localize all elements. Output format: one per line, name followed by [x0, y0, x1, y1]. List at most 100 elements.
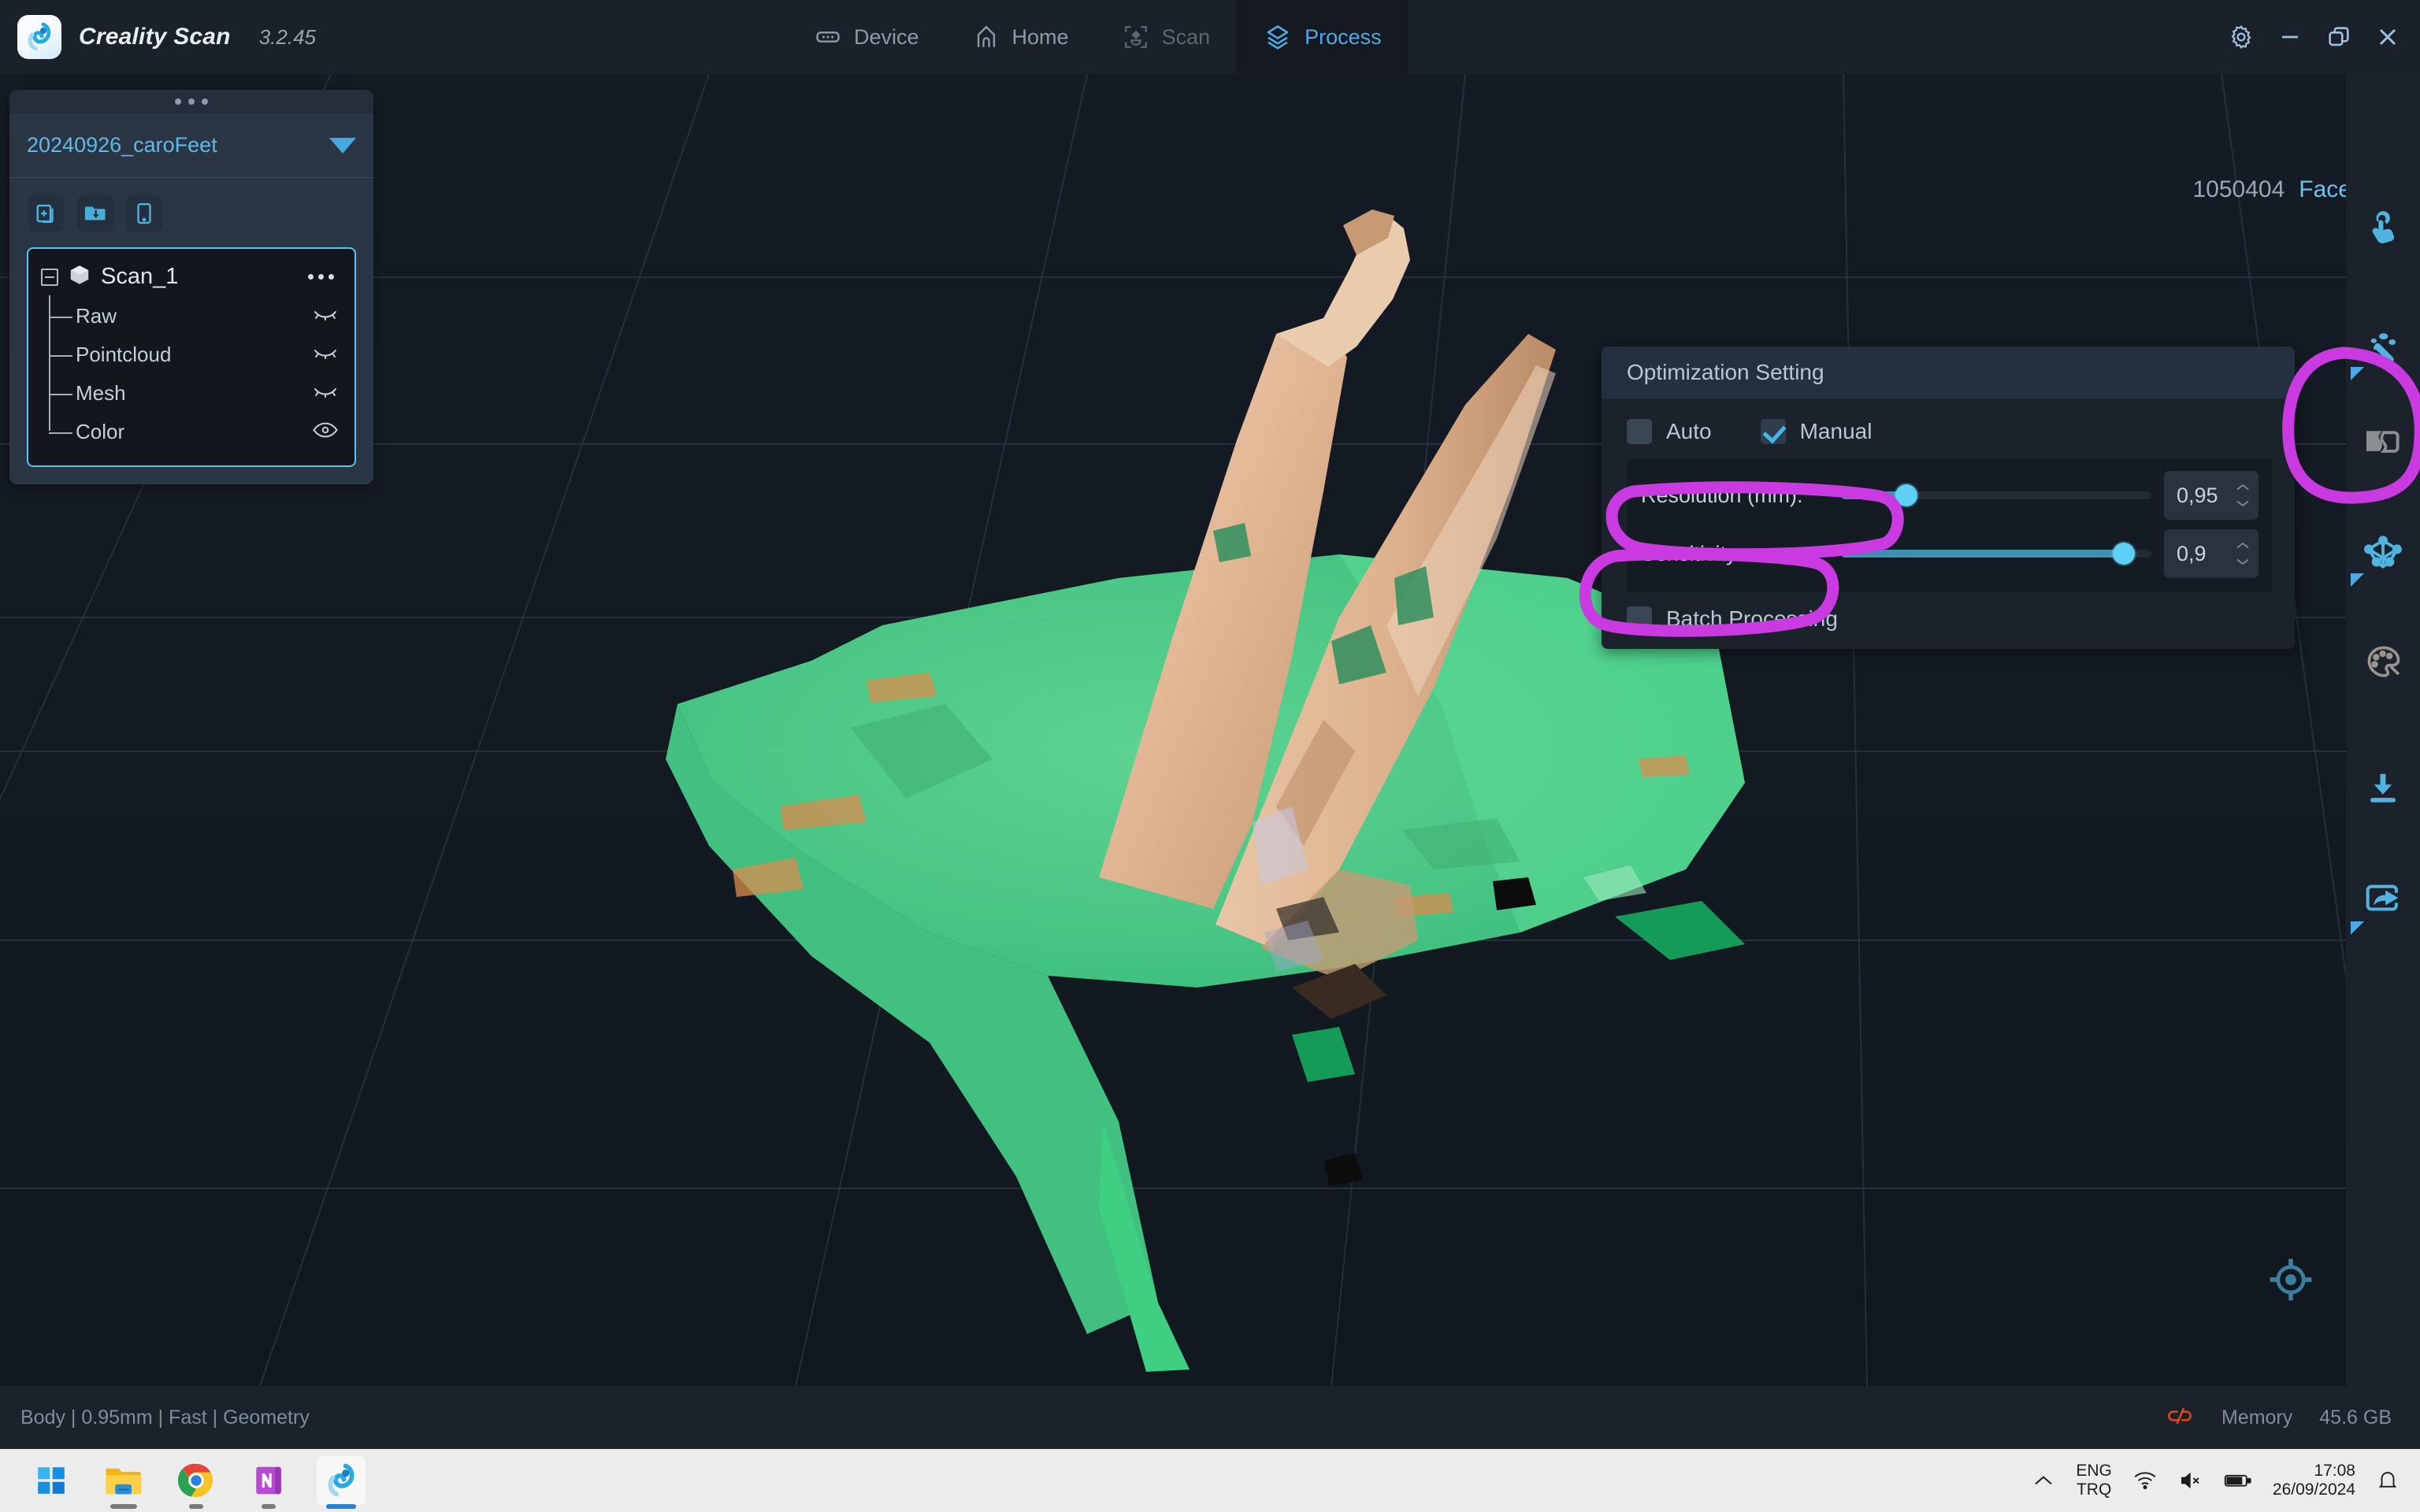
- taskbar-language[interactable]: ENG TRQ: [2076, 1462, 2112, 1499]
- sensitivity-spinner[interactable]: 0,9: [2164, 529, 2259, 578]
- project-toolbar: [9, 178, 373, 246]
- taskbar-active-indicator: [326, 1504, 356, 1509]
- tab-process[interactable]: Process: [1237, 0, 1409, 74]
- chevron-down-icon[interactable]: [2235, 557, 2251, 566]
- faces-readout: 1050404 Faces: [2193, 176, 2364, 203]
- manual-edit-tool[interactable]: [2346, 189, 2420, 263]
- caret-down-icon[interactable]: [329, 137, 356, 154]
- creality-swirl-logo-icon: [17, 15, 61, 59]
- windows-start-icon[interactable]: [27, 1456, 76, 1505]
- optimization-panel-title: Optimization Setting: [1627, 360, 1824, 384]
- creality-icon[interactable]: [317, 1456, 366, 1509]
- restore-icon[interactable]: [2314, 0, 2363, 74]
- minimize-icon[interactable]: [2266, 0, 2314, 74]
- tree-item-raw[interactable]: Raw: [49, 297, 347, 335]
- new-file-icon[interactable]: [28, 195, 65, 232]
- memory-label: Memory: [2221, 1406, 2293, 1429]
- tree-item-color-label: Color: [76, 420, 125, 443]
- eye-open-icon[interactable]: [312, 421, 339, 443]
- project-name: 20240926_caroFeet: [27, 133, 217, 157]
- volume-muted-icon[interactable]: [2178, 1470, 2203, 1491]
- broken-link-icon[interactable]: [2165, 1405, 2195, 1431]
- tree-item-color[interactable]: Color: [49, 413, 347, 451]
- resolution-spinner-arrows[interactable]: [2235, 483, 2251, 508]
- batch-processing-label: Batch Processing: [1666, 606, 1838, 631]
- resolution-slider-knob[interactable]: [1895, 484, 1917, 506]
- cube-icon: [68, 263, 91, 291]
- tab-home[interactable]: Home: [946, 0, 1096, 74]
- denoise-submenu-indicator[interactable]: [2351, 367, 2364, 380]
- eye-closed-icon[interactable]: [312, 344, 339, 365]
- resolution-slider[interactable]: [1841, 484, 2151, 506]
- right-toolbar: [2346, 74, 2420, 1386]
- tablet-icon[interactable]: [126, 195, 162, 232]
- sensitivity-slider[interactable]: [1841, 543, 2151, 565]
- auto-checkbox[interactable]: [1627, 419, 1652, 444]
- app-version: 3.2.45: [258, 24, 316, 49]
- app-name: Creality Scan: [79, 24, 231, 50]
- chevron-up-icon[interactable]: [2235, 483, 2251, 492]
- clock-time: 17:08: [2314, 1462, 2355, 1480]
- battery-icon[interactable]: [2224, 1472, 2252, 1489]
- tab-scan[interactable]: Scan: [1096, 0, 1238, 74]
- chevron-up-icon[interactable]: [2235, 541, 2251, 550]
- eye-closed-icon[interactable]: [312, 383, 339, 404]
- simplify-mesh-submenu-indicator[interactable]: [2351, 573, 2364, 587]
- tab-device-label: Device: [854, 24, 919, 49]
- resolution-spinner[interactable]: 0,95: [2164, 471, 2259, 520]
- folder-import-icon[interactable]: [77, 195, 113, 232]
- wifi-icon[interactable]: [2132, 1470, 2158, 1491]
- status-bar: Body | 0.95mm | Fast | Geometry Memory 4…: [0, 1386, 2420, 1449]
- sensitivity-slider-knob[interactable]: [2112, 543, 2135, 565]
- tab-home-label: Home: [1011, 24, 1069, 49]
- collapse-minus-icon[interactable]: [41, 268, 58, 286]
- tree-item-pointcloud-label: Pointcloud: [76, 343, 172, 366]
- application-window: Creality Scan 3.2.45 Device Home Scan Pr…: [0, 0, 2420, 1512]
- device-icon: [815, 24, 841, 50]
- memory-value: 45.6 GB: [2319, 1406, 2392, 1429]
- folder-icon[interactable]: [99, 1456, 148, 1509]
- scan-tree: Scan_1 Raw Pointcloud Mesh Color: [27, 247, 356, 467]
- tree-item-pointcloud[interactable]: Pointcloud: [49, 335, 347, 374]
- slider-group: Resolution (mm): 0,95 Sensitivity: 0,9: [1627, 458, 2273, 592]
- sensitivity-spinner-arrows[interactable]: [2235, 541, 2251, 566]
- resolution-value: 0,95: [2177, 483, 2218, 507]
- sensitivity-slider-row: Sensitivity: 0,9: [1641, 524, 2259, 583]
- auto-label: Auto: [1666, 419, 1712, 443]
- recenter-target-icon[interactable]: [2262, 1251, 2319, 1312]
- optimization-setting-panel: Optimization Setting Auto Manual Resolut…: [1602, 346, 2295, 649]
- eye-closed-icon[interactable]: [312, 306, 339, 327]
- manual-label: Manual: [1799, 419, 1873, 443]
- layers-icon: [1264, 23, 1292, 51]
- project-selector[interactable]: 20240926_caroFeet: [9, 113, 373, 178]
- status-left-text: Body | 0.95mm | Fast | Geometry: [20, 1406, 310, 1429]
- batch-processing-checkbox[interactable]: [1627, 606, 1652, 632]
- taskbar-clock[interactable]: 17:08 26/09/2024: [2273, 1462, 2355, 1499]
- tree-children: Raw Pointcloud Mesh Color: [49, 295, 347, 451]
- gear-icon[interactable]: [2217, 0, 2266, 74]
- taskbar-tray: ENG TRQ 17:08 26/09/2024: [2032, 1462, 2420, 1499]
- texture-tool[interactable]: [2346, 625, 2420, 699]
- taskbar-running-indicator: [189, 1504, 203, 1509]
- close-icon[interactable]: [2363, 0, 2412, 74]
- onenote-icon[interactable]: [244, 1456, 293, 1509]
- bell-icon[interactable]: [2376, 1469, 2400, 1492]
- home-icon: [973, 24, 1000, 50]
- tree-root-scan-1[interactable]: Scan_1: [36, 260, 347, 295]
- windows-taskbar: ENG TRQ 17:08 26/09/2024: [0, 1449, 2420, 1512]
- kebab-menu-icon[interactable]: [302, 269, 340, 284]
- project-panel: 20240926_caroFeet Scan_1 Raw Pointcloud …: [9, 90, 373, 484]
- tab-device[interactable]: Device: [788, 0, 946, 74]
- drag-dots-icon[interactable]: [9, 90, 373, 113]
- language-primary: ENG: [2076, 1462, 2112, 1480]
- export-share-submenu-indicator[interactable]: [2351, 921, 2364, 935]
- main-nav-tabs: Device Home Scan Process: [788, 0, 1409, 74]
- window-controls: [2217, 0, 2412, 74]
- chrome-icon[interactable]: [172, 1456, 221, 1509]
- save-tool[interactable]: [2346, 751, 2420, 825]
- chevron-down-icon[interactable]: [2235, 498, 2251, 508]
- manual-checkbox[interactable]: [1760, 419, 1786, 444]
- fill-holes-tool[interactable]: [2346, 405, 2420, 479]
- chevron-up-icon[interactable]: [2032, 1473, 2055, 1488]
- tree-item-mesh[interactable]: Mesh: [49, 374, 347, 413]
